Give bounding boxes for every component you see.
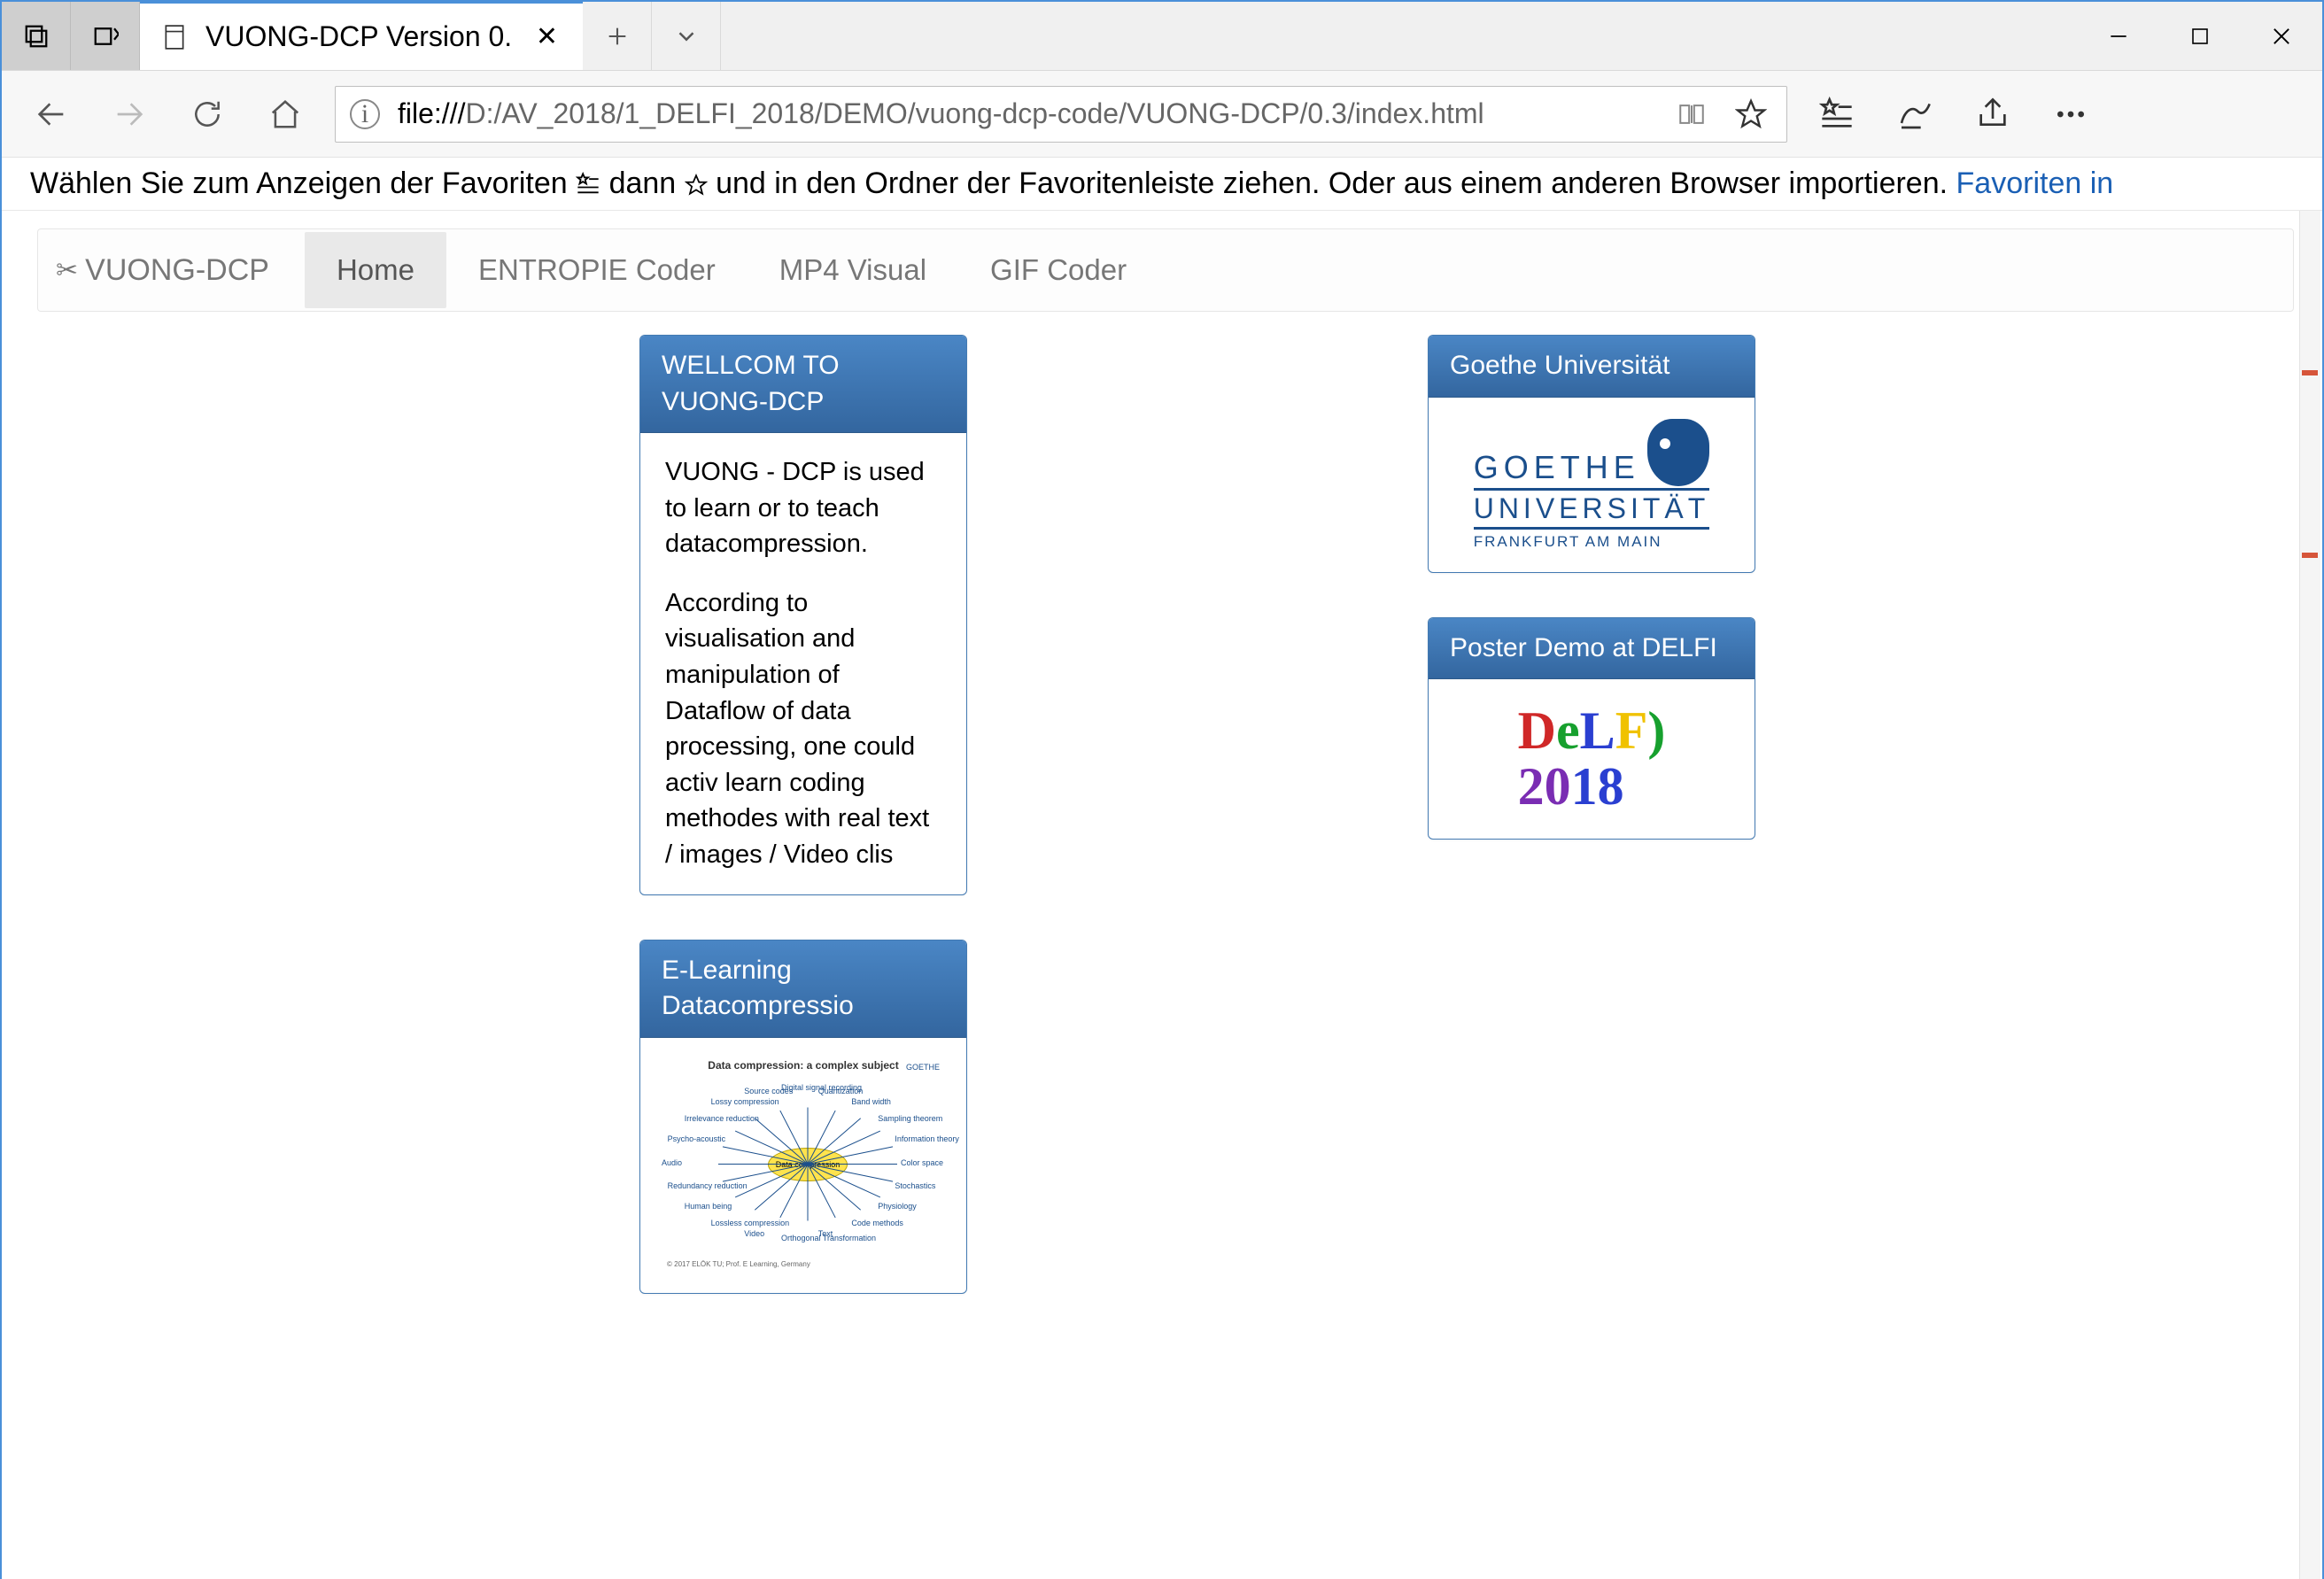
diagram-node: Redundancy reduction [668, 1181, 748, 1190]
window-controls [2078, 2, 2322, 70]
home-button[interactable] [257, 86, 314, 143]
welcome-text-1: VUONG - DCP is used to learn or to teach… [665, 454, 941, 562]
close-tab-icon[interactable]: ✕ [532, 18, 562, 56]
diagram-node: Quantization [818, 1087, 864, 1095]
diagram-image: GOETHE Data compression: a complex subje… [662, 1059, 945, 1272]
delfi-logo-image: DeLF) 2018 [1518, 703, 1666, 815]
diagram-node: Color space [901, 1158, 943, 1167]
page-icon [161, 24, 188, 50]
tab-strip: VUONG-DCP Version 0. ✕ [2, 2, 721, 70]
diagram-node: Band width [851, 1097, 891, 1106]
favorites-bar-hint: Wählen Sie zum Anzeigen der Favoriten da… [2, 158, 2322, 211]
browser-window: VUONG-DCP Version 0. ✕ i file:///D:/AV_2… [0, 0, 2324, 1579]
welcome-card: WELLCOM TO VUONG-DCP VUONG - DCP is used… [639, 335, 967, 895]
nav-item-mp4-visual[interactable]: MP4 Visual [748, 232, 958, 308]
vertical-scrollbar[interactable] [2299, 211, 2320, 1579]
minimize-button[interactable] [2078, 2, 2159, 70]
scissors-icon: ✂ [56, 255, 78, 286]
site-navbar: ✂ VUONG-DCP HomeENTROPIE CoderMP4 Visual… [37, 228, 2294, 312]
info-icon[interactable]: i [350, 99, 380, 129]
scroll-mark [2302, 553, 2318, 558]
nav-item-gif-coder[interactable]: GIF Coder [958, 232, 1158, 308]
elearning-card: E-Learning Datacompressio GOETHE Data co… [639, 940, 967, 1294]
left-column: WELLCOM TO VUONG-DCP VUONG - DCP is used… [639, 335, 967, 1294]
diagram-node: Human being [685, 1202, 732, 1211]
favorites-list-small-icon [576, 166, 608, 200]
tab-dropdown-icon[interactable] [652, 2, 721, 70]
brand-label: VUONG-DCP [85, 253, 269, 288]
maximize-button[interactable] [2159, 2, 2241, 70]
address-bar[interactable]: i file:///D:/AV_2018/1_DELFI_2018/DEMO/v… [335, 86, 1787, 143]
toolbar: i file:///D:/AV_2018/1_DELFI_2018/DEMO/v… [2, 71, 2322, 158]
page-content: ✂ VUONG-DCP HomeENTROPIE CoderMP4 Visual… [2, 211, 2322, 1579]
diagram-node: Audio [662, 1158, 682, 1167]
diagram-node: Source codes [744, 1087, 793, 1095]
goethe-card: Goethe Universität GOETHE UNIVERSITÄT FR… [1428, 335, 1755, 573]
diagram-node: Orthogonal Transformation [781, 1234, 876, 1242]
forward-button[interactable] [101, 86, 158, 143]
tab-title: VUONG-DCP Version 0. [205, 20, 515, 53]
back-button[interactable] [23, 86, 80, 143]
brand[interactable]: ✂ VUONG-DCP [56, 253, 269, 288]
diagram-node: Code methods [851, 1219, 903, 1227]
diagram-node: Physiology [878, 1202, 917, 1211]
diagram-node: Information theory [895, 1134, 959, 1143]
more-icon[interactable] [2042, 86, 2099, 143]
tab-active[interactable]: VUONG-DCP Version 0. ✕ [140, 2, 583, 70]
goethe-card-title: Goethe Universität [1429, 336, 1755, 398]
refresh-button[interactable] [179, 86, 236, 143]
diagram-node: Stochastics [895, 1181, 935, 1190]
delfi-card-title: Poster Demo at DELFI [1429, 618, 1755, 680]
right-column: Goethe Universität GOETHE UNIVERSITÄT FR… [1428, 335, 1755, 1294]
close-window-button[interactable] [2241, 2, 2322, 70]
delfi-card: Poster Demo at DELFI DeLF) 2018 [1428, 617, 1755, 840]
set-aside-tabs-icon[interactable] [2, 2, 71, 70]
scroll-mark [2302, 370, 2318, 375]
goethe-logo-image: GOETHE UNIVERSITÄT FRANKFURT AM MAIN [1474, 419, 1710, 551]
favorite-star-icon[interactable] [1730, 98, 1772, 130]
favorites-import-link[interactable]: Favoriten in [1956, 166, 2114, 200]
diagram-node: Video [744, 1229, 764, 1238]
diagram-node: Psycho-acoustic [668, 1134, 726, 1143]
share-icon[interactable] [1964, 86, 2021, 143]
show-aside-tabs-icon[interactable] [71, 2, 140, 70]
star-small-icon [685, 166, 716, 200]
elearning-card-title: E-Learning Datacompressio [640, 940, 966, 1038]
url-text: file:///D:/AV_2018/1_DELFI_2018/DEMO/vuo… [398, 97, 1654, 130]
welcome-card-title: WELLCOM TO VUONG-DCP [640, 336, 966, 433]
diagram-node: Sampling theorem [878, 1114, 942, 1123]
diagram-node: Irrelevance reduction [685, 1114, 759, 1123]
reading-view-icon[interactable] [1671, 99, 1712, 129]
title-bar: VUONG-DCP Version 0. ✕ [2, 2, 2322, 71]
nav-item-entropie-coder[interactable]: ENTROPIE Coder [446, 232, 748, 308]
diagram-node: Lossless compression [711, 1219, 790, 1227]
welcome-text-2: According to visualisation and manipulat… [665, 585, 941, 873]
new-tab-button[interactable] [583, 2, 652, 70]
favorites-list-icon[interactable] [1809, 86, 1865, 143]
nav-item-home[interactable]: Home [305, 232, 446, 308]
notes-icon[interactable] [1886, 86, 1943, 143]
diagram-node: Lossy compression [711, 1097, 779, 1106]
